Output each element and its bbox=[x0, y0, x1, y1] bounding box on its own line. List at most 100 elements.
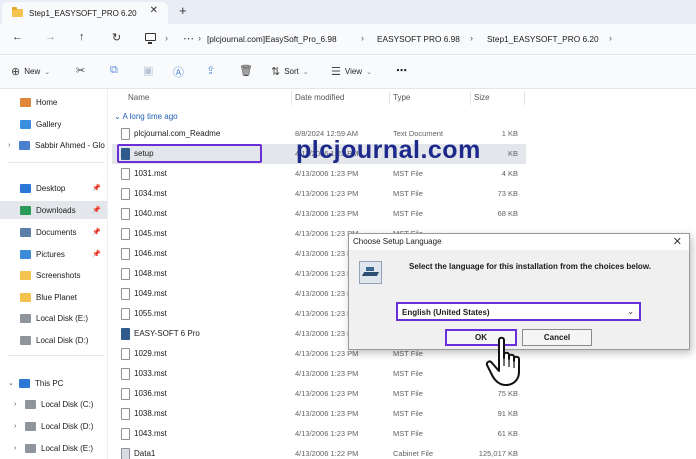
chevron-down-icon[interactable]: ⌄ bbox=[627, 307, 634, 316]
sidebar-divider bbox=[8, 162, 104, 163]
file-date: 4/13/2006 1:23 PM bbox=[295, 209, 359, 218]
home-icon bbox=[20, 97, 31, 107]
breadcrumb-item[interactable]: [plcjournal.com]EasySoft_Pro_6.98 bbox=[207, 34, 337, 44]
chevron-right-icon[interactable]: › bbox=[8, 142, 14, 149]
monitor-icon[interactable] bbox=[145, 33, 156, 44]
file-date: 4/13/2006 1:23 PM bbox=[295, 169, 359, 178]
dialog-title: Choose Setup Language bbox=[353, 237, 442, 246]
sidebar-item[interactable]: Documents 📌 bbox=[0, 223, 107, 241]
sidebar-item[interactable]: Gallery bbox=[0, 115, 107, 133]
cut-icon[interactable]: ✂ bbox=[76, 64, 85, 77]
file-icon bbox=[121, 368, 130, 380]
sidebar-item[interactable]: Home bbox=[0, 93, 107, 111]
sidebar-item[interactable]: Blue Planet bbox=[0, 288, 107, 306]
desktop-icon bbox=[20, 183, 31, 193]
chevron-right-icon: › bbox=[470, 33, 473, 43]
sidebar-item-label: Sabbir Ahmed - Glo bbox=[35, 140, 105, 150]
sidebar-item[interactable]: Local Disk (E:) bbox=[0, 309, 107, 327]
share-icon[interactable]: ⇪ bbox=[206, 64, 215, 77]
file-name: 1040.mst bbox=[134, 209, 167, 218]
close-icon[interactable]: ✕ bbox=[150, 5, 158, 16]
file-type: MST File bbox=[393, 349, 423, 358]
chevron-right-icon[interactable]: › bbox=[14, 401, 20, 408]
view-button[interactable]: ☰ View ⌄ bbox=[331, 65, 372, 78]
file-row[interactable]: 1033.mst 4/13/2006 1:23 PM MST File bbox=[112, 364, 526, 384]
file-name: 1046.mst bbox=[134, 249, 167, 258]
tab-step1-easysoft[interactable]: Step1_EASYSOFT_PRO 6.20 ✕ bbox=[2, 2, 168, 24]
file-icon bbox=[121, 188, 130, 200]
pin-icon: 📌 bbox=[92, 207, 101, 214]
new-button[interactable]: ⊕ New ⌄ bbox=[11, 65, 50, 78]
sidebar-item-label: Documents bbox=[36, 227, 77, 237]
sidebar-item[interactable]: Pictures 📌 bbox=[0, 245, 107, 263]
breadcrumb-item[interactable]: EASYSOFT PRO 6.98 bbox=[377, 34, 460, 44]
column-header-size[interactable]: Size bbox=[474, 93, 490, 102]
copy-icon[interactable]: ⧉ bbox=[110, 64, 118, 77]
file-row[interactable]: 1031.mst 4/13/2006 1:23 PM MST File 4 KB bbox=[112, 164, 526, 184]
more-options-button[interactable]: ⋯ bbox=[396, 64, 407, 77]
new-tab-button[interactable]: + bbox=[179, 3, 187, 18]
sidebar-item[interactable]: › Local Disk (D:) bbox=[0, 417, 107, 435]
sidebar-item[interactable]: › Local Disk (E:) bbox=[0, 439, 107, 457]
delete-icon[interactable]: 🗑 bbox=[239, 64, 253, 77]
more-breadcrumbs-button[interactable]: ⋯ bbox=[183, 32, 194, 45]
sidebar-item[interactable]: › Sabbir Ahmed - Glo bbox=[0, 136, 107, 154]
sidebar-item[interactable]: ⌄ This PC bbox=[0, 374, 107, 392]
sidebar-item-label: This PC bbox=[35, 378, 64, 388]
column-header-name[interactable]: Name bbox=[128, 93, 149, 102]
refresh-icon[interactable]: ↻ bbox=[112, 31, 121, 44]
chevron-right-icon[interactable]: › bbox=[14, 423, 20, 430]
sidebar-divider bbox=[8, 355, 104, 356]
close-icon[interactable]: ✕ bbox=[673, 235, 682, 248]
cancel-button[interactable]: Cancel bbox=[522, 329, 592, 346]
sidebar-item[interactable]: Local Disk (D:) bbox=[0, 331, 107, 349]
drive-icon bbox=[20, 335, 31, 345]
breadcrumb-item[interactable]: Step1_EASYSOFT_PRO 6.20 bbox=[487, 34, 599, 44]
sidebar-item[interactable]: › Local Disk (C:) bbox=[0, 395, 107, 413]
up-arrow-icon[interactable]: ↑ bbox=[79, 31, 85, 43]
tab-title: Step1_EASYSOFT_PRO 6.20 bbox=[29, 8, 137, 18]
file-date: 4/13/2006 1:23 PM bbox=[295, 189, 359, 198]
chevron-right-icon[interactable]: › bbox=[14, 445, 20, 452]
gallery-icon bbox=[20, 119, 31, 129]
file-row[interactable]: 1036.mst 4/13/2006 1:23 PM MST File 75 KB bbox=[112, 384, 526, 404]
sidebar-item[interactable]: Downloads 📌 bbox=[0, 201, 107, 219]
sort-button[interactable]: ⇅ Sort ⌄ bbox=[271, 65, 309, 78]
column-divider[interactable] bbox=[470, 91, 471, 105]
language-select[interactable]: English (United States) ⌄ bbox=[396, 302, 641, 321]
forward-arrow-icon[interactable]: → bbox=[45, 31, 56, 43]
paste-icon[interactable]: ▣ bbox=[143, 64, 153, 77]
file-icon bbox=[121, 268, 130, 280]
file-icon bbox=[121, 208, 130, 220]
group-header[interactable]: ⌄ A long time ago bbox=[114, 112, 178, 121]
rename-icon[interactable]: Ⓐ bbox=[173, 64, 184, 80]
language-select-value: English (United States) bbox=[402, 308, 490, 317]
file-name: 1048.mst bbox=[134, 269, 167, 278]
column-header-type[interactable]: Type bbox=[393, 93, 410, 102]
file-row[interactable]: 1043.mst 4/13/2006 1:23 PM MST File 61 KB bbox=[112, 424, 526, 444]
file-row[interactable]: Data1 4/13/2006 1:22 PM Cabinet File 125,01… bbox=[112, 444, 526, 459]
file-row[interactable]: 1034.mst 4/13/2006 1:23 PM MST File 73 KB bbox=[112, 184, 526, 204]
file-type: MST File bbox=[393, 429, 423, 438]
sidebar-item[interactable]: Desktop 📌 bbox=[0, 179, 107, 197]
sidebar-item[interactable]: Screenshots bbox=[0, 266, 107, 284]
file-type: MST File bbox=[393, 369, 423, 378]
file-name: 1033.mst bbox=[134, 369, 167, 378]
column-divider[interactable] bbox=[291, 91, 292, 105]
file-row[interactable]: 1038.mst 4/13/2006 1:23 PM MST File 91 KB bbox=[112, 404, 526, 424]
sidebar-item-label: Local Disk (D:) bbox=[41, 421, 94, 431]
file-name: 1043.mst bbox=[134, 429, 167, 438]
file-row[interactable]: 1040.mst 4/13/2006 1:23 PM MST File 68 KB bbox=[112, 204, 526, 224]
file-icon bbox=[121, 288, 130, 300]
folder-icon bbox=[20, 292, 31, 302]
file-date: 4/13/2006 1:22 PM bbox=[295, 449, 359, 458]
column-header-date[interactable]: Date modified bbox=[295, 93, 344, 102]
cabinet-file-icon bbox=[121, 448, 130, 459]
file-name: 1038.mst bbox=[134, 409, 167, 418]
column-divider[interactable] bbox=[524, 91, 525, 105]
chevron-right-icon[interactable]: ⌄ bbox=[8, 379, 14, 387]
chevron-right-icon: › bbox=[361, 33, 364, 43]
column-divider[interactable] bbox=[389, 91, 390, 105]
sidebar-item-label: Downloads bbox=[36, 205, 76, 215]
back-arrow-icon[interactable]: ← bbox=[12, 31, 23, 43]
